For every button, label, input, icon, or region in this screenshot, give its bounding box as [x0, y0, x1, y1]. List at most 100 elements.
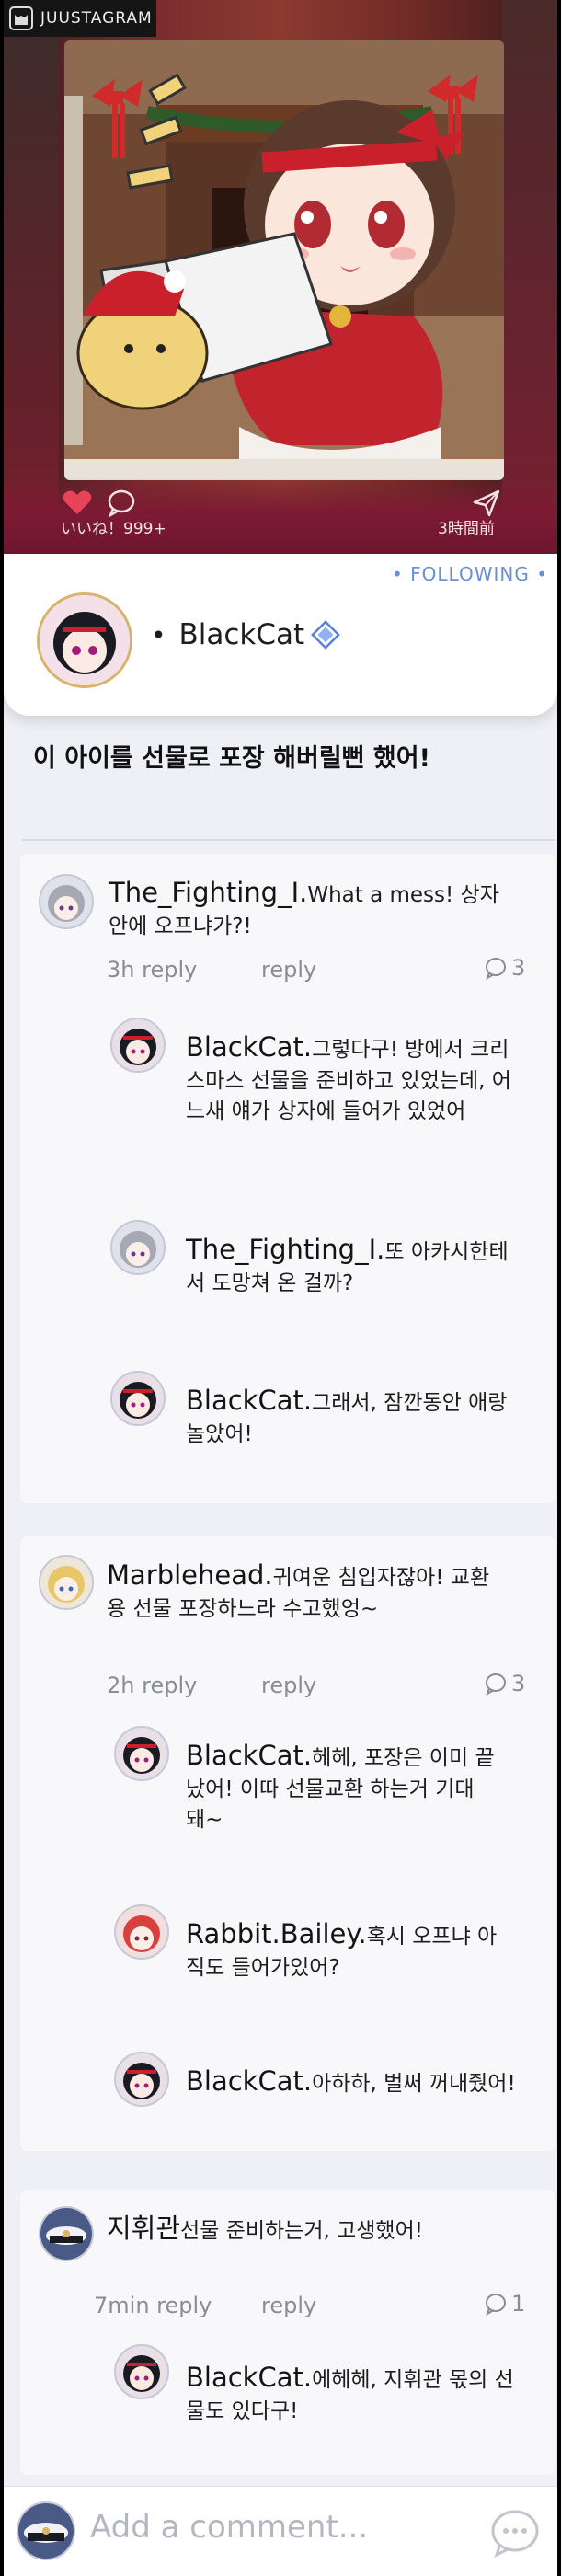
- reply-author[interactable]: BlackCat.: [186, 1385, 312, 1416]
- commenter-avatar[interactable]: [39, 2206, 94, 2261]
- send-icon[interactable]: [473, 489, 500, 517]
- reply-author[interactable]: The_Fighting_I.: [186, 1234, 384, 1265]
- heart-icon[interactable]: [63, 489, 92, 515]
- bubble-icon: [486, 2294, 506, 2316]
- author-line: • BlackCat: [151, 618, 341, 651]
- reply-text: 아하하, 벌써 꺼내줬어!: [312, 2072, 516, 2096]
- reply-count-value: 3: [511, 955, 526, 981]
- reply-author[interactable]: BlackCat.: [186, 1740, 312, 1771]
- comment-time: 3h reply: [107, 957, 198, 983]
- reply-text: 에헤헤, 지휘관 몫의 선: [312, 2368, 514, 2392]
- comment-text: 귀여운 침입자잖아! 교환: [272, 1566, 490, 1590]
- reply-avatar[interactable]: [114, 1726, 169, 1781]
- comment-body: The_Fighting_I.What a mess! 상자 안에 오프냐가?!: [109, 874, 546, 942]
- comment-text: What a mess! 상자: [307, 883, 499, 907]
- post-header-card: • FOLLOWING • • BlackCat: [4, 554, 557, 716]
- bubble-icon: [486, 958, 506, 980]
- reply-avatar[interactable]: [110, 1018, 166, 1073]
- post-image-area: JUUSTAGRAM いいね！999+ 3時間前: [4, 0, 557, 563]
- reply-author[interactable]: Rabbit.Bailey.: [186, 1918, 367, 1949]
- comment-input[interactable]: Add a comment...: [90, 2509, 368, 2546]
- comment-time: 7min reply: [94, 2293, 212, 2318]
- chat-bubble-icon[interactable]: [489, 2507, 541, 2559]
- reply-button[interactable]: reply: [261, 2293, 316, 2318]
- reply-count[interactable]: 1: [484, 2291, 525, 2317]
- post-caption: 이 아이를 선물로 포장 해버릴뻔 했어!: [33, 744, 430, 773]
- verified-badge-icon: [311, 620, 341, 650]
- reply-text: 느새 얘가 상자에 들어가 있었어: [186, 1098, 466, 1123]
- comment-text: 선물 준비하는거, 고생했어!: [180, 2219, 423, 2243]
- avatar-image: [112, 1222, 164, 1273]
- following-label[interactable]: • FOLLOWING •: [392, 563, 548, 585]
- bubble-icon: [486, 1673, 506, 1696]
- reply-body: BlackCat.그렇다구! 방에서 크리 스마스 선물을 준비하고 있었는데,…: [186, 1029, 550, 1126]
- avatar-image: [112, 1019, 164, 1071]
- commenter-avatar[interactable]: [39, 874, 94, 929]
- reply-count-value: 3: [511, 1671, 526, 1696]
- comment-time: 2h reply: [107, 1673, 198, 1698]
- reply-text: 또 아카시한테: [384, 1240, 509, 1264]
- reply-author[interactable]: BlackCat.: [186, 2065, 312, 2097]
- app-frame: JUUSTAGRAM いいね！999+ 3時間前 • FOLLOWING • •…: [4, 0, 557, 2576]
- comment-thread-1: The_Fighting_I.What a mess! 상자 안에 오프냐가?!…: [20, 854, 555, 1503]
- comment-thread-3: 지휘관선물 준비하는거, 고생했어! 7min reply reply 1 Bl…: [20, 2190, 555, 2475]
- reply-body: BlackCat.그래서, 잠깐동안 애랑 놀았어!: [186, 1382, 550, 1450]
- reply-avatar[interactable]: [110, 1220, 166, 1275]
- reply-body: BlackCat.헤헤, 포장은 이미 끝 났어! 이따 선물교환 하는거 기대…: [186, 1737, 550, 1834]
- reply-body: BlackCat.아하하, 벌써 꺼내줬어!: [186, 2063, 554, 2100]
- comment-body: Marblehead.귀여운 침입자잖아! 교환 용 선물 포장하느라 수고했엉…: [107, 1557, 546, 1625]
- my-avatar[interactable]: [17, 2501, 75, 2560]
- reply-author[interactable]: BlackCat.: [186, 1031, 312, 1063]
- reply-body: Rabbit.Bailey.혹시 오프냐 아 직도 들어가있어?: [186, 1915, 550, 1984]
- reply-text: 스마스 선물을 준비하고 있었는데, 어: [186, 1069, 511, 1094]
- app-badge-label: JUUSTAGRAM: [40, 9, 153, 28]
- reply-text: 돼~: [186, 1807, 223, 1832]
- commenter-avatar[interactable]: [39, 1555, 94, 1610]
- commenter-name[interactable]: 지휘관: [107, 2213, 180, 2244]
- reply-avatar[interactable]: [110, 1371, 166, 1426]
- divider: [22, 839, 555, 841]
- comment-text: 용 선물 포장하느라 수고했엉~: [107, 1597, 379, 1622]
- comment-thread-2: Marblehead.귀여운 침입자잖아! 교환 용 선물 포장하느라 수고했엉…: [20, 1536, 555, 2151]
- reply-text: 그래서, 잠깐동안 애랑: [312, 1391, 508, 1415]
- avatar-image: [116, 2346, 167, 2398]
- commenter-name[interactable]: The_Fighting_I.: [109, 877, 307, 908]
- reply-text: 놀았어!: [186, 1422, 253, 1447]
- post-artwork[interactable]: [64, 40, 504, 480]
- reply-button[interactable]: reply: [261, 957, 316, 983]
- comment-icon[interactable]: [107, 489, 136, 517]
- author-avatar[interactable]: [37, 592, 132, 688]
- cat-logo-icon: [9, 6, 33, 30]
- reply-count[interactable]: 3: [484, 1671, 525, 1696]
- comment-body: 지휘관선물 준비하는거, 고생했어!: [107, 2210, 546, 2248]
- reply-body: BlackCat.에헤헤, 지휘관 몫의 선 물도 있다구!: [186, 2359, 550, 2427]
- avatar-image: [116, 1728, 167, 1779]
- author-name[interactable]: BlackCat: [179, 618, 305, 651]
- commenter-name[interactable]: Marblehead.: [107, 1559, 273, 1591]
- reply-body: The_Fighting_I.또 아카시한테 서 도망쳐 온 걸까?: [186, 1231, 550, 1299]
- reply-text: 물도 있다구!: [186, 2399, 299, 2424]
- avatar-image: [112, 1373, 164, 1424]
- reply-button[interactable]: reply: [261, 1673, 316, 1698]
- commander-cap-icon: [40, 2208, 92, 2260]
- reply-text: 직도 들어가있어?: [186, 1956, 340, 1981]
- reply-text: 혹시 오프냐 아: [366, 1925, 498, 1949]
- comment-composer: Add a comment...: [4, 2486, 557, 2576]
- reply-text: 그렇다구! 방에서 크리: [312, 1038, 509, 1062]
- reply-count[interactable]: 3: [484, 955, 525, 981]
- reply-avatar[interactable]: [114, 2344, 169, 2399]
- avatar-image: [40, 1557, 92, 1608]
- avatar-image: [40, 876, 92, 927]
- artwork-illustration: [64, 40, 504, 480]
- reply-avatar[interactable]: [114, 2052, 169, 2107]
- avatar-image: [116, 2053, 167, 2105]
- reply-avatar[interactable]: [114, 1904, 169, 1960]
- commander-cap-icon: [18, 2503, 74, 2559]
- author-dot: •: [151, 619, 166, 650]
- reply-text: 헤헤, 포장은 이미 끝: [312, 1746, 495, 1770]
- avatar-image: [40, 595, 130, 685]
- app-badge: JUUSTAGRAM: [4, 0, 156, 37]
- reply-author[interactable]: BlackCat.: [186, 2362, 312, 2393]
- avatar-image: [116, 1906, 167, 1958]
- reply-count-value: 1: [511, 2291, 526, 2317]
